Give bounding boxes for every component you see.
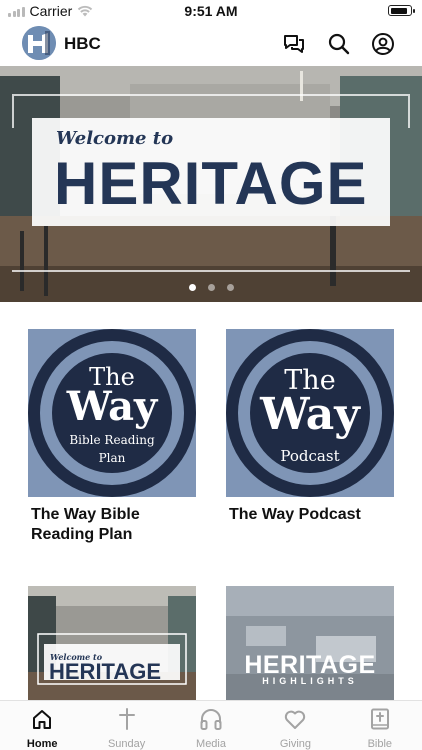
card-artwork: HERITAGE HIGHLIGHTS [226, 586, 394, 700]
hero-banner: Welcome to HERITAGE [32, 118, 390, 226]
chat-icon[interactable] [282, 32, 306, 56]
tab-home[interactable]: Home [0, 701, 84, 750]
carousel-indicators[interactable] [0, 284, 422, 291]
art-headline: HERITAGE [244, 651, 376, 679]
top-nav: HBC [0, 22, 422, 66]
tab-sunday[interactable]: Sunday [84, 701, 168, 750]
bottom-tab-bar: Home Sunday Media Giving Bible [0, 700, 422, 750]
card-artwork: Welcome to HERITAGE [28, 586, 196, 700]
tab-bible[interactable]: Bible [338, 701, 422, 750]
heart-icon [285, 710, 306, 729]
card-title[interactable]: The Way Bible Reading Plan [28, 505, 196, 545]
tab-label: Giving [279, 738, 312, 750]
card-artwork: The Way Podcast [226, 329, 394, 497]
hero-headline: HERITAGE [54, 150, 368, 217]
profile-icon[interactable] [371, 32, 395, 56]
search-icon[interactable] [327, 32, 351, 56]
art-line: Way [260, 389, 360, 440]
bible-icon [370, 708, 389, 730]
hero-carousel[interactable]: Welcome to HERITAGE [0, 66, 422, 302]
carousel-dot[interactable] [207, 284, 215, 291]
home-icon [33, 710, 52, 729]
status-bar: Carrier 9:51 AM [0, 0, 422, 22]
art-subtitle: HIGHLIGHTS [262, 676, 358, 686]
carousel-dot[interactable] [226, 284, 234, 291]
battery-icon [388, 5, 415, 16]
art-line: Way [66, 383, 158, 430]
church-logo[interactable] [22, 26, 56, 60]
tab-giving[interactable]: Giving [253, 701, 337, 750]
tab-label: Bible [367, 738, 393, 750]
headphones-icon [200, 709, 222, 730]
card-artwork: The Way Bible Reading Plan [28, 329, 196, 497]
art-line: Podcast [280, 447, 340, 465]
tab-media[interactable]: Media [169, 701, 253, 750]
content-card[interactable]: Welcome to HERITAGE [28, 586, 196, 700]
content-card[interactable]: The Way Podcast The Way Podcast [226, 329, 394, 525]
art-headline: HERITAGE [49, 659, 162, 684]
card-title[interactable]: The Way Podcast [226, 505, 394, 525]
tab-label: Home [26, 738, 58, 750]
clock: 9:51 AM [184, 3, 238, 19]
content-card[interactable]: HERITAGE HIGHLIGHTS [226, 586, 394, 700]
art-line: Plan [98, 451, 126, 465]
hero-welcome-text: Welcome to [56, 128, 174, 149]
cross-icon [118, 708, 135, 730]
tab-label: Sunday [107, 738, 146, 750]
content-card[interactable]: The Way Bible Reading Plan The Way Bible… [28, 329, 196, 545]
art-line: Bible Reading [69, 433, 155, 447]
app-title: HBC [64, 34, 101, 53]
carousel-dot[interactable] [188, 284, 196, 291]
tab-label: Media [196, 738, 226, 750]
